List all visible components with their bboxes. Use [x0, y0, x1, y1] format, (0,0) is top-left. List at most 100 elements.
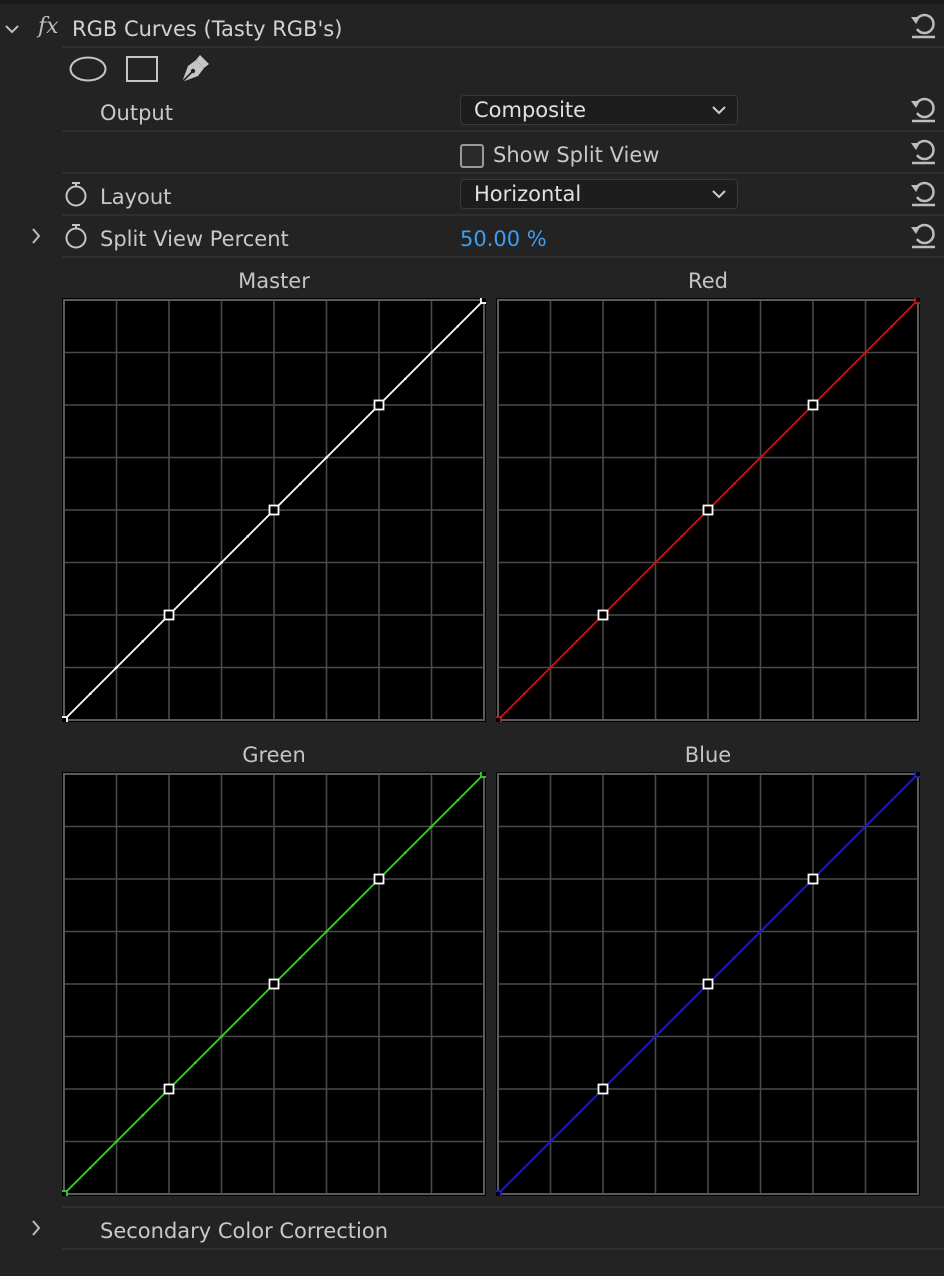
curve-tick — [627, 1061, 631, 1065]
curve-tick — [88, 1166, 92, 1170]
curve-tick — [549, 666, 552, 669]
curve-tick — [864, 825, 867, 828]
curve-control-point[interactable] — [62, 716, 68, 722]
layout-value: Horizontal — [474, 182, 582, 206]
curve-tick — [141, 1113, 145, 1117]
curve-title-master: Master — [238, 269, 310, 293]
stopwatch-icon[interactable] — [64, 222, 88, 250]
curve-tick — [890, 324, 894, 328]
curve-tick — [680, 534, 684, 538]
curve-control-point[interactable] — [597, 1083, 609, 1095]
master-curve-graph[interactable] — [62, 298, 486, 722]
curve-tick — [456, 798, 460, 802]
curve-tick — [325, 930, 328, 933]
curve-tick — [759, 456, 762, 459]
curve-tick — [325, 456, 328, 459]
stopwatch-icon[interactable] — [64, 180, 88, 208]
curve-tick — [141, 639, 145, 643]
curve-tick — [654, 561, 657, 564]
curve-tick — [522, 1166, 526, 1170]
reset-icon[interactable] — [908, 93, 938, 123]
reset-icon[interactable] — [908, 219, 938, 249]
curve-control-point[interactable] — [373, 873, 385, 885]
curve-title-blue: Blue — [684, 743, 732, 767]
curve-tick — [298, 956, 302, 960]
curve-control-point[interactable] — [914, 298, 920, 304]
pen-mask-icon[interactable] — [178, 52, 212, 86]
curve-tick — [403, 377, 407, 381]
curve-tick — [403, 851, 407, 855]
curve-title-green: Green — [242, 743, 306, 767]
curve-control-point[interactable] — [496, 1190, 502, 1196]
curve-tick — [220, 1035, 223, 1038]
curve-tick — [246, 1008, 250, 1012]
curve-control-point[interactable] — [496, 716, 502, 722]
curve-tick — [785, 429, 789, 433]
output-dropdown[interactable]: Composite — [460, 95, 738, 125]
reset-icon[interactable] — [908, 177, 938, 207]
curve-control-point[interactable] — [480, 298, 486, 304]
curve-control-point[interactable] — [807, 873, 819, 885]
curve-tick — [575, 639, 579, 643]
curve-control-point[interactable] — [373, 399, 385, 411]
curve-tick — [732, 482, 736, 486]
curve-control-point[interactable] — [268, 504, 280, 516]
curve-control-point[interactable] — [163, 1083, 175, 1095]
output-value: Composite — [474, 98, 587, 122]
output-label: Output — [100, 101, 173, 125]
effect-title: RGB Curves (Tasty RGB's) — [72, 17, 343, 41]
show-split-view-label[interactable]: Show Split View — [493, 143, 659, 167]
curve-control-point[interactable] — [163, 609, 175, 621]
curve-control-point[interactable] — [914, 772, 920, 778]
reset-icon[interactable] — [908, 9, 938, 39]
chevron-down-icon — [712, 106, 726, 115]
curve-tick — [654, 1035, 657, 1038]
curve-tick — [193, 587, 197, 591]
curve-tick — [351, 903, 355, 907]
curve-tick — [549, 1140, 552, 1143]
curve-tick — [220, 561, 223, 564]
ellipse-mask-icon[interactable] — [68, 55, 108, 83]
curve-tick — [522, 692, 526, 696]
secondary-color-correction-label[interactable]: Secondary Color Correction — [100, 1219, 388, 1243]
curve-control-point[interactable] — [62, 1190, 68, 1196]
curve-tick — [732, 956, 736, 960]
rectangle-mask-icon[interactable] — [125, 55, 159, 83]
green-curve-graph[interactable] — [62, 772, 486, 1196]
red-curve-graph[interactable] — [496, 298, 920, 722]
chevron-down-icon — [712, 190, 726, 199]
curve-tick — [193, 1061, 197, 1065]
curve-tick — [115, 666, 118, 669]
curve-control-point[interactable] — [268, 978, 280, 990]
curve-tick — [680, 1008, 684, 1012]
expand-chevron-right-icon[interactable] — [28, 1218, 44, 1238]
blue-curve-graph[interactable] — [496, 772, 920, 1196]
curve-control-point[interactable] — [597, 609, 609, 621]
curve-tick — [88, 692, 92, 696]
curve-tick — [890, 798, 894, 802]
curve-tick — [837, 377, 841, 381]
layout-label: Layout — [100, 185, 172, 209]
curve-title-red: Red — [688, 269, 728, 293]
curve-control-point[interactable] — [702, 504, 714, 516]
curve-control-point[interactable] — [807, 399, 819, 411]
curve-tick — [246, 534, 250, 538]
expand-chevron-right-icon[interactable] — [28, 226, 44, 246]
curve-tick — [864, 351, 867, 354]
curve-tick — [837, 851, 841, 855]
collapse-chevron-down-icon[interactable] — [4, 20, 20, 40]
layout-dropdown[interactable]: Horizontal — [460, 179, 738, 209]
fx-badge[interactable]: fx — [38, 14, 59, 39]
curve-tick — [115, 1140, 118, 1143]
curve-control-point[interactable] — [480, 772, 486, 778]
curve-tick — [785, 903, 789, 907]
curve-tick — [351, 429, 355, 433]
curve-control-point[interactable] — [702, 978, 714, 990]
curve-tick — [759, 930, 762, 933]
reset-icon[interactable] — [908, 135, 938, 165]
curve-tick — [575, 1113, 579, 1117]
show-split-view-checkbox[interactable] — [460, 144, 484, 168]
split-view-percent-value[interactable]: 50.00 % — [460, 227, 547, 251]
curve-tick — [456, 324, 460, 328]
curve-tick — [627, 587, 631, 591]
